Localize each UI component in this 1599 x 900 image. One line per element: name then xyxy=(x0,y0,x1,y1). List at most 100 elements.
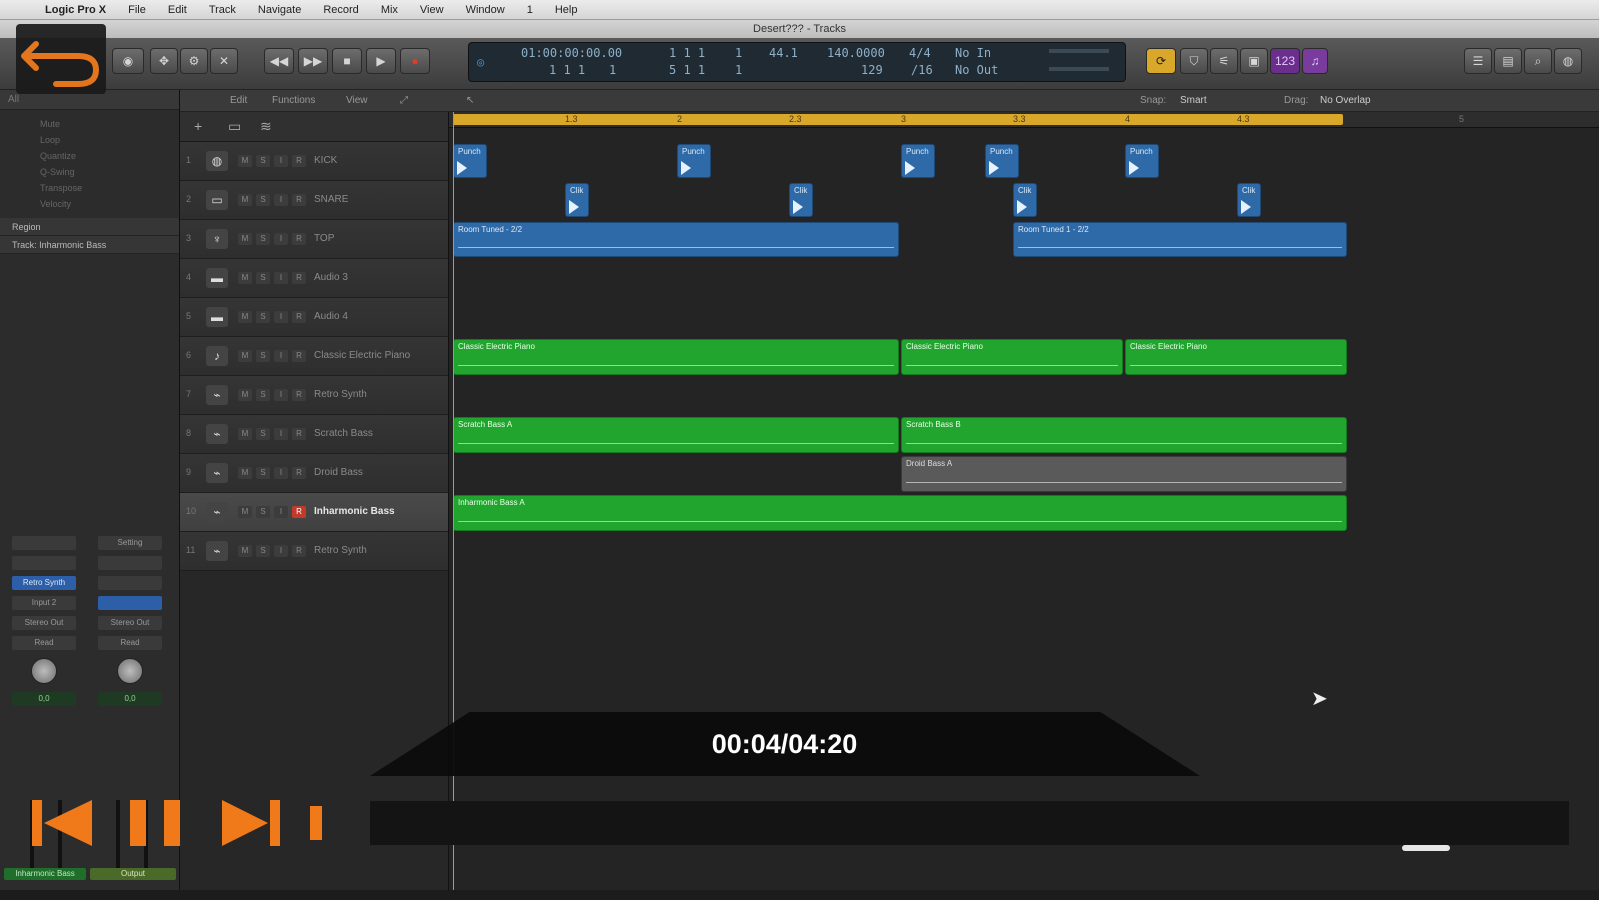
mute-button[interactable]: M xyxy=(238,389,252,401)
track-name[interactable]: Scratch Bass xyxy=(314,428,373,439)
region-piano[interactable]: Classic Electric Piano xyxy=(453,339,899,375)
inspector-region-row[interactable]: Region xyxy=(0,218,179,236)
track-header[interactable]: 7 ⌁ M S I R Retro Synth xyxy=(180,376,448,415)
strip2-plugin[interactable] xyxy=(98,576,162,590)
inspector-loop[interactable]: Loop xyxy=(0,132,179,148)
region-kick[interactable]: Punch xyxy=(677,144,711,178)
back-button[interactable] xyxy=(16,24,106,94)
track-name[interactable]: Audio 3 xyxy=(314,272,348,283)
audio-icon[interactable]: ▬ xyxy=(206,268,228,288)
track-header[interactable]: 3 ♆ M S I R TOP xyxy=(180,220,448,259)
drum-icon[interactable]: ◍ xyxy=(206,151,228,171)
region-scratch-bass[interactable]: Scratch Bass A xyxy=(453,417,899,453)
footer-output[interactable]: Output xyxy=(90,868,176,880)
strip2-send[interactable] xyxy=(98,596,162,610)
snare-icon[interactable]: ▭ xyxy=(206,190,228,210)
toolbar-icon[interactable]: ⚙ xyxy=(180,48,208,74)
synth-icon[interactable]: ⌁ xyxy=(206,463,228,483)
record-enable-button[interactable]: R xyxy=(292,350,306,362)
input-monitor-button[interactable]: I xyxy=(274,194,288,206)
strip1-plugin[interactable]: Retro Synth xyxy=(12,576,76,590)
menu-record[interactable]: Record xyxy=(312,4,369,16)
forward-button[interactable]: ▶▶ xyxy=(298,48,328,74)
strip2-mode[interactable]: Read xyxy=(98,636,162,650)
menu-help[interactable]: Help xyxy=(544,4,589,16)
record-button[interactable]: ● xyxy=(400,48,430,74)
record-enable-button[interactable]: R xyxy=(292,506,306,518)
menu-1[interactable]: 1 xyxy=(516,4,544,16)
solo-button[interactable]: S xyxy=(256,428,270,440)
solo-button[interactable]: S xyxy=(256,233,270,245)
search-icon[interactable]: ⌕ xyxy=(1524,48,1552,74)
volume-slider[interactable] xyxy=(1402,845,1450,851)
replace-icon[interactable]: ⛉ xyxy=(1180,48,1208,74)
synth-icon[interactable]: ⌁ xyxy=(206,541,228,561)
previous-icon[interactable] xyxy=(26,792,98,854)
mute-button[interactable]: M xyxy=(238,311,252,323)
menu-track[interactable]: Track xyxy=(198,4,247,16)
synth-icon[interactable]: ⌁ xyxy=(206,385,228,405)
count-in-icon[interactable]: 123 xyxy=(1270,48,1300,74)
record-enable-button[interactable]: R xyxy=(292,155,306,167)
input-monitor-button[interactable]: I xyxy=(274,311,288,323)
input-monitor-button[interactable]: I xyxy=(274,350,288,362)
record-enable-button[interactable]: R xyxy=(292,233,306,245)
notepad-icon[interactable]: ▤ xyxy=(1494,48,1522,74)
cycle-region[interactable] xyxy=(453,114,1343,125)
record-enable-button[interactable]: R xyxy=(292,389,306,401)
mute-button[interactable]: M xyxy=(238,545,252,557)
cycle-icon[interactable]: ⟳ xyxy=(1146,48,1176,74)
inspector-qswing[interactable]: Q-Swing xyxy=(0,164,179,180)
input-monitor-button[interactable]: I xyxy=(274,389,288,401)
menu-navigate[interactable]: Navigate xyxy=(247,4,312,16)
mute-button[interactable]: M xyxy=(238,350,252,362)
region-snare[interactable]: Clik xyxy=(789,183,813,217)
synth-icon[interactable]: ⌁ xyxy=(206,502,228,522)
play-button[interactable]: ▶ xyxy=(366,48,396,74)
solo-button[interactable]: S xyxy=(256,194,270,206)
mute-button[interactable]: M xyxy=(238,233,252,245)
region-snare[interactable]: Clik xyxy=(1237,183,1261,217)
track-header[interactable]: 10 ⌁ M S I R Inharmonic Bass xyxy=(180,493,448,532)
mute-button[interactable]: M xyxy=(238,428,252,440)
mic-icon[interactable]: ♆ xyxy=(206,229,228,249)
flex-icon[interactable]: ≋ xyxy=(260,118,272,135)
list-editors-icon[interactable]: ☰ xyxy=(1464,48,1492,74)
region-top[interactable]: Room Tuned 1 - 2/2 xyxy=(1013,222,1347,257)
menu-edit[interactable]: Edit xyxy=(157,4,198,16)
pause-icon[interactable] xyxy=(124,792,188,854)
smart-controls-icon[interactable]: ✕ xyxy=(210,48,238,74)
record-enable-button[interactable]: R xyxy=(292,545,306,557)
inspector-track-row[interactable]: Track: Inharmonic Bass xyxy=(0,236,179,254)
inspector-transpose[interactable]: Transpose xyxy=(0,180,179,196)
view-menu[interactable]: View xyxy=(346,95,368,106)
functions-menu[interactable]: Functions xyxy=(272,95,315,106)
region-scratch-bass[interactable]: Scratch Bass B xyxy=(901,417,1347,453)
solo-button[interactable]: S xyxy=(256,506,270,518)
track-name[interactable]: Retro Synth xyxy=(314,545,367,556)
piano-icon[interactable]: ♪ xyxy=(206,346,228,366)
track-name[interactable]: Classic Electric Piano xyxy=(314,350,410,361)
track-header[interactable]: 2 ▭ M S I R SNARE xyxy=(180,181,448,220)
track-name[interactable]: SNARE xyxy=(314,194,348,205)
lcd-display[interactable]: ◎ 01:00:00:00.00 1 1 1 1 1 1 1 1 5 1 1 1… xyxy=(468,42,1126,82)
input-monitor-button[interactable]: I xyxy=(274,506,288,518)
track-name[interactable]: Droid Bass xyxy=(314,467,363,478)
pointer-tool-icon[interactable]: ↖ xyxy=(466,95,474,106)
region-kick[interactable]: Punch xyxy=(901,144,935,178)
folder-icon[interactable]: ▭ xyxy=(228,118,241,135)
edit-menu[interactable]: Edit xyxy=(230,95,247,106)
input-monitor-button[interactable]: I xyxy=(274,272,288,284)
track-name[interactable]: KICK xyxy=(314,155,337,166)
region-piano[interactable]: Classic Electric Piano xyxy=(901,339,1123,375)
strip2-output[interactable]: Stereo Out xyxy=(98,616,162,630)
strip1-output[interactable]: Stereo Out xyxy=(12,616,76,630)
tuner-icon[interactable]: ⚟ xyxy=(1210,48,1238,74)
next-icon[interactable] xyxy=(218,792,288,854)
solo-button[interactable]: S xyxy=(256,545,270,557)
region-kick[interactable]: Punch xyxy=(453,144,487,178)
record-enable-button[interactable]: R xyxy=(292,467,306,479)
record-enable-button[interactable]: R xyxy=(292,311,306,323)
footer-track-name[interactable]: Inharmonic Bass xyxy=(4,868,86,880)
region-snare[interactable]: Clik xyxy=(565,183,589,217)
